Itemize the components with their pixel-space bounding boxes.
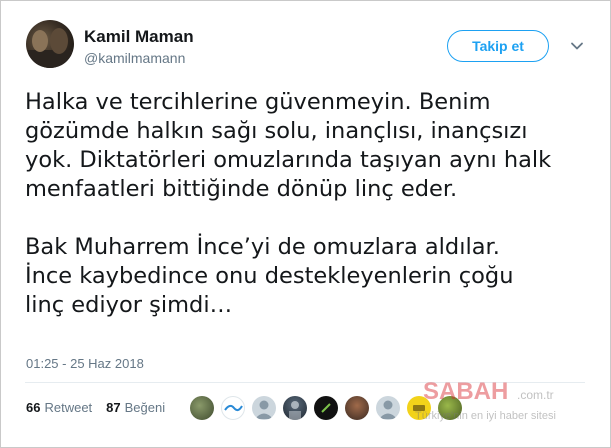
avatar-person-shape (32, 30, 48, 52)
silhouette-icon (289, 401, 301, 420)
tweet-line: gözümde halkın sağı solu, inançlısı, ina… (25, 118, 528, 144)
author-display-name[interactable]: Kamil Maman (84, 27, 194, 47)
leaf-icon (321, 403, 331, 413)
watermark-suffix: .com.tr (517, 388, 554, 402)
tweet-line: İnce kaybedince onu destekleyenlerin çoğ… (25, 263, 514, 289)
liker-avatar[interactable] (252, 396, 276, 420)
tweet-text: Halka ve tercihlerine güvenmeyin. Benim … (25, 88, 605, 320)
liker-avatar[interactable] (190, 396, 214, 420)
default-avatar-icon (255, 400, 273, 419)
liker-avatar[interactable] (221, 396, 245, 420)
tweet-stats: 66 Retweet 87 Beğeni (26, 400, 165, 415)
tweet-line: linç ediyor şimdi… (25, 292, 233, 318)
like-count: 87 (106, 400, 121, 415)
like-stat[interactable]: 87 Beğeni (106, 400, 165, 415)
tweet-line: yok. Diktatörleri omuzlarında taşıyan ay… (25, 147, 552, 173)
like-label: Beğeni (124, 400, 166, 415)
liker-avatar[interactable] (314, 396, 338, 420)
default-avatar-icon (379, 400, 397, 419)
tweet-line: menfaatleri bittiğinde dönüp linç eder. (25, 176, 458, 202)
tweet-timestamp[interactable]: 01:25 - 25 Haz 2018 (26, 356, 144, 371)
retweet-count: 66 (26, 400, 41, 415)
follow-button[interactable]: Takip et (447, 30, 549, 62)
avatar-person-shape (50, 28, 68, 54)
tweet-line: Bak Muharrem İnce’yi de omuzlara aldılar… (25, 234, 500, 260)
watermark: SABAH .com.tr Türkiye'nin en iyi haber s… (415, 378, 605, 428)
avatar-bg-shape (28, 50, 72, 68)
liker-avatar[interactable] (283, 396, 307, 420)
liker-avatar[interactable] (376, 396, 400, 420)
tweet-line: Halka ve tercihlerine güvenmeyin. Benim (25, 89, 491, 115)
retweet-stat[interactable]: 66 Retweet (26, 400, 92, 415)
author-avatar[interactable] (26, 20, 74, 68)
chevron-down-icon[interactable] (569, 38, 585, 54)
watermark-tagline: Türkiye'nin en iyi haber sitesi (415, 410, 556, 422)
logo-icon (224, 404, 243, 412)
retweet-label: Retweet (44, 400, 93, 415)
watermark-logo: SABAH (423, 378, 509, 405)
author-handle[interactable]: @kamilmamann (84, 50, 185, 66)
liker-avatar[interactable] (345, 396, 369, 420)
